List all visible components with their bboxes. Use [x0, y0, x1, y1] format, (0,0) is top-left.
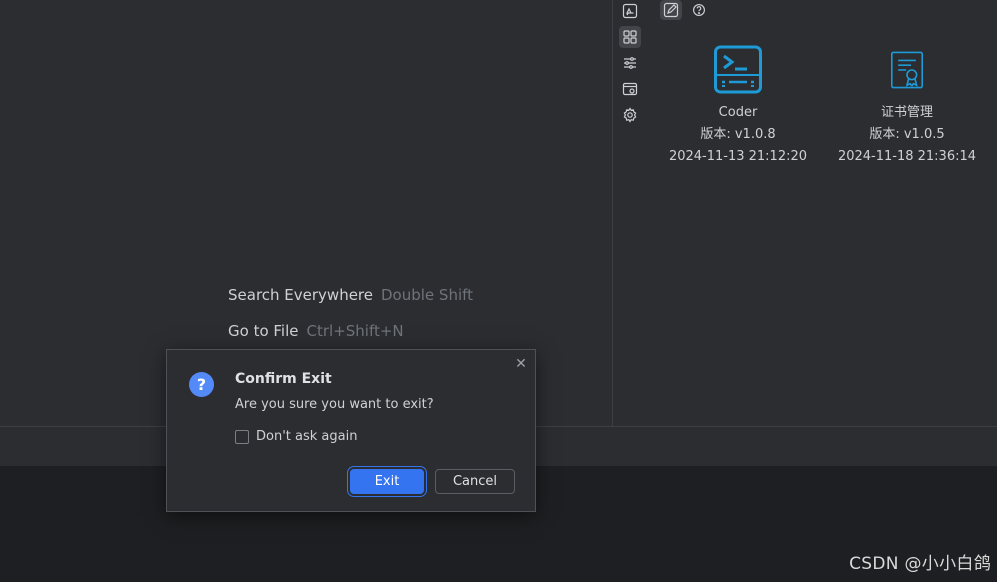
- hint-shortcut: Double Shift: [381, 286, 474, 304]
- panel-header-tools: [660, 0, 710, 20]
- help-icon[interactable]: [688, 0, 710, 20]
- terminal-icon: [713, 44, 763, 96]
- app-card-coder[interactable]: Coder 版本: v1.0.8 2024-11-13 21:12:20: [668, 44, 808, 168]
- gear-icon[interactable]: [619, 104, 641, 126]
- question-icon: ?: [189, 372, 214, 397]
- app-date: 2024-11-18 21:36:14: [837, 149, 977, 164]
- confirm-exit-dialog: ✕ ? Confirm Exit Are you sure you want t…: [166, 349, 536, 512]
- sliders-icon[interactable]: [619, 52, 641, 74]
- browser-window-icon[interactable]: [619, 78, 641, 100]
- recycle-icon[interactable]: [619, 0, 641, 22]
- side-toolbar: [619, 0, 645, 130]
- app-version: 版本: v1.0.5: [869, 127, 945, 142]
- certificate-icon: [882, 44, 932, 96]
- app-version: 版本: v1.0.8: [700, 127, 776, 142]
- plugin-panel: Coder 版本: v1.0.8 2024-11-13 21:12:20 证书管…: [613, 0, 997, 426]
- hint-search-everywhere: Search Everywhere Double Shift: [228, 286, 473, 304]
- hint-go-to-file: Go to File Ctrl+Shift+N: [228, 322, 404, 340]
- dont-ask-again-checkbox[interactable]: [235, 429, 249, 444]
- hint-label: Go to File: [228, 322, 299, 340]
- close-icon[interactable]: ✕: [513, 356, 529, 372]
- grid-icon[interactable]: [619, 26, 641, 48]
- checkbox-label[interactable]: Don't ask again: [256, 429, 357, 444]
- cancel-button[interactable]: Cancel: [435, 469, 515, 494]
- exit-button[interactable]: Exit: [350, 469, 424, 494]
- app-name: 证书管理: [880, 105, 933, 120]
- watermark-text: CSDN @小小白鸽: [849, 554, 991, 574]
- dialog-title: Confirm Exit: [235, 371, 332, 387]
- dont-ask-again-option[interactable]: Don't ask again: [235, 429, 357, 444]
- dialog-message: Are you sure you want to exit?: [235, 397, 434, 412]
- hint-shortcut: Ctrl+Shift+N: [306, 322, 404, 340]
- app-name: Coder: [718, 105, 758, 120]
- app-card-certificate[interactable]: 证书管理 版本: v1.0.5 2024-11-18 21:36:14: [837, 44, 977, 168]
- app-date: 2024-11-13 21:12:20: [668, 149, 808, 164]
- hint-label: Search Everywhere: [228, 286, 373, 304]
- edit-icon[interactable]: [660, 0, 682, 20]
- ide-window: Search Everywhere Double Shift Go to File…: [0, 0, 997, 582]
